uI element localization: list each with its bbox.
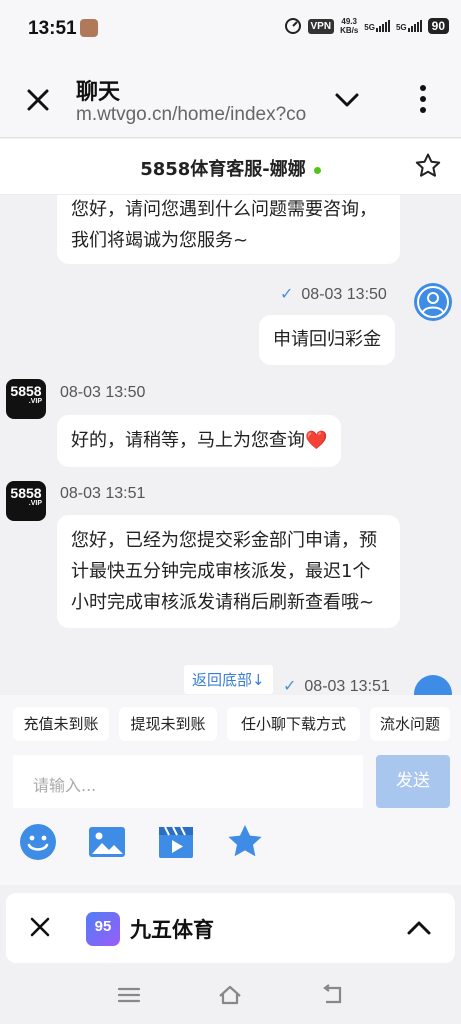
composer-area: 充值未到账 提现未到账 任小聊下载方式 流水问题 请输入... 发送 — [0, 695, 461, 885]
home-icon[interactable] — [217, 984, 243, 1006]
network-speed: 49.3 KB/s — [340, 17, 358, 35]
app-logo: 95 — [86, 912, 120, 946]
quick-reply-button[interactable]: 提现未到账 — [119, 707, 217, 741]
menu-icon[interactable] — [116, 984, 142, 1006]
user-message-bubble: 申请回归彩金 — [259, 315, 395, 365]
quick-reply-button[interactable]: 任小聊下载方式 — [227, 707, 360, 741]
send-button[interactable]: 发送 — [376, 755, 450, 808]
more-vertical-icon[interactable] — [418, 84, 428, 114]
browser-header: 聊天 m.wtvgo.cn/home/index?co — [0, 60, 461, 138]
agent-avatar-text: 5858 — [10, 485, 42, 501]
agent-message-bubble: 您好，已经为您提交彩金部门申请，预计最快五分钟完成审核派发，最迟1个小时完成审核… — [57, 515, 400, 628]
agent-message-bubble: 好的，请稍等，马上为您查询❤️ — [57, 415, 342, 467]
video-icon[interactable] — [157, 823, 195, 861]
chat-title: 5858体育客服-娜娜 — [0, 155, 461, 181]
emoji-icon[interactable] — [19, 823, 57, 861]
status-indicators: VPN 49.3 KB/s 5G 5G 90 — [284, 17, 449, 35]
chat-title-text: 5858体育客服-娜娜 — [140, 159, 306, 180]
user-avatar — [414, 283, 452, 321]
message-list[interactable]: 您好，请问您遇到什么问题需要咨询，我们将竭诚为您服务~ ✓ 08-03 13:50… — [0, 195, 461, 695]
page-title: 聊天 — [76, 79, 121, 104]
message-timestamp: ✓ 08-03 13:51 — [283, 676, 390, 695]
timestamp-text: 08-03 13:50 — [301, 286, 387, 303]
app-title: 九五体育 — [130, 918, 214, 942]
battery-indicator: 90 — [427, 18, 449, 34]
read-check-icon: ✓ — [280, 286, 294, 303]
agent-avatar: 5858 .VIP — [6, 379, 46, 419]
close-icon[interactable] — [28, 915, 52, 939]
back-to-bottom-button[interactable]: 返回底部↓ — [184, 665, 273, 694]
quick-reply-button[interactable]: 流水问题 — [370, 707, 450, 741]
read-check-icon: ✓ — [283, 678, 297, 695]
chat-header: 5858体育客服-娜娜 — [0, 139, 461, 195]
notification-app-icon — [80, 19, 98, 37]
signal-1-label: 5G — [364, 23, 375, 32]
user-silhouette-icon — [417, 286, 449, 318]
vpn-badge: VPN — [307, 18, 335, 34]
message-input[interactable]: 请输入... — [13, 755, 363, 808]
favorite-star-icon[interactable] — [226, 823, 264, 861]
timestamp-text: 08-03 13:51 — [304, 678, 390, 695]
user-avatar — [414, 675, 452, 695]
mini-app-bar: 95 九五体育 — [6, 893, 455, 963]
agent-avatar-text: 5858 — [10, 383, 42, 399]
speed-value: 49.3 — [341, 17, 357, 26]
agent-message-bubble: 您好，请问您遇到什么问题需要咨询，我们将竭诚为您服务~ — [57, 195, 400, 264]
chevron-down-icon[interactable] — [334, 90, 360, 110]
signal-2: 5G — [396, 20, 422, 32]
status-time: 13:51 — [28, 18, 77, 39]
hotspot-gauge-icon — [284, 18, 301, 34]
signal-bars-icon — [407, 20, 422, 32]
agent-avatar-sub: .VIP — [28, 398, 42, 405]
image-icon[interactable] — [88, 823, 126, 861]
quick-reply-button[interactable]: 充值未到账 — [13, 707, 109, 741]
signal-2-label: 5G — [395, 23, 407, 32]
message-timestamp: 08-03 13:51 — [60, 485, 146, 502]
speed-unit: KB/s — [340, 26, 359, 35]
status-bar: 13:51 VPN 49.3 KB/s 5G 5G 90 — [0, 0, 461, 60]
system-nav-bar — [0, 966, 461, 1024]
signal-1: 5G — [364, 20, 390, 32]
message-timestamp: 08-03 13:50 — [60, 384, 146, 401]
signal-bars-icon — [375, 20, 390, 32]
agent-avatar: 5858 .VIP — [6, 481, 46, 521]
agent-avatar-sub: .VIP — [28, 500, 42, 507]
chevron-up-icon[interactable] — [406, 919, 432, 937]
close-icon[interactable] — [24, 86, 52, 114]
online-status-dot — [313, 166, 321, 174]
message-timestamp: ✓ 08-03 13:50 — [280, 284, 387, 304]
star-outline-icon[interactable] — [414, 152, 442, 180]
page-url: m.wtvgo.cn/home/index?co — [76, 104, 307, 125]
back-icon[interactable] — [320, 984, 346, 1006]
